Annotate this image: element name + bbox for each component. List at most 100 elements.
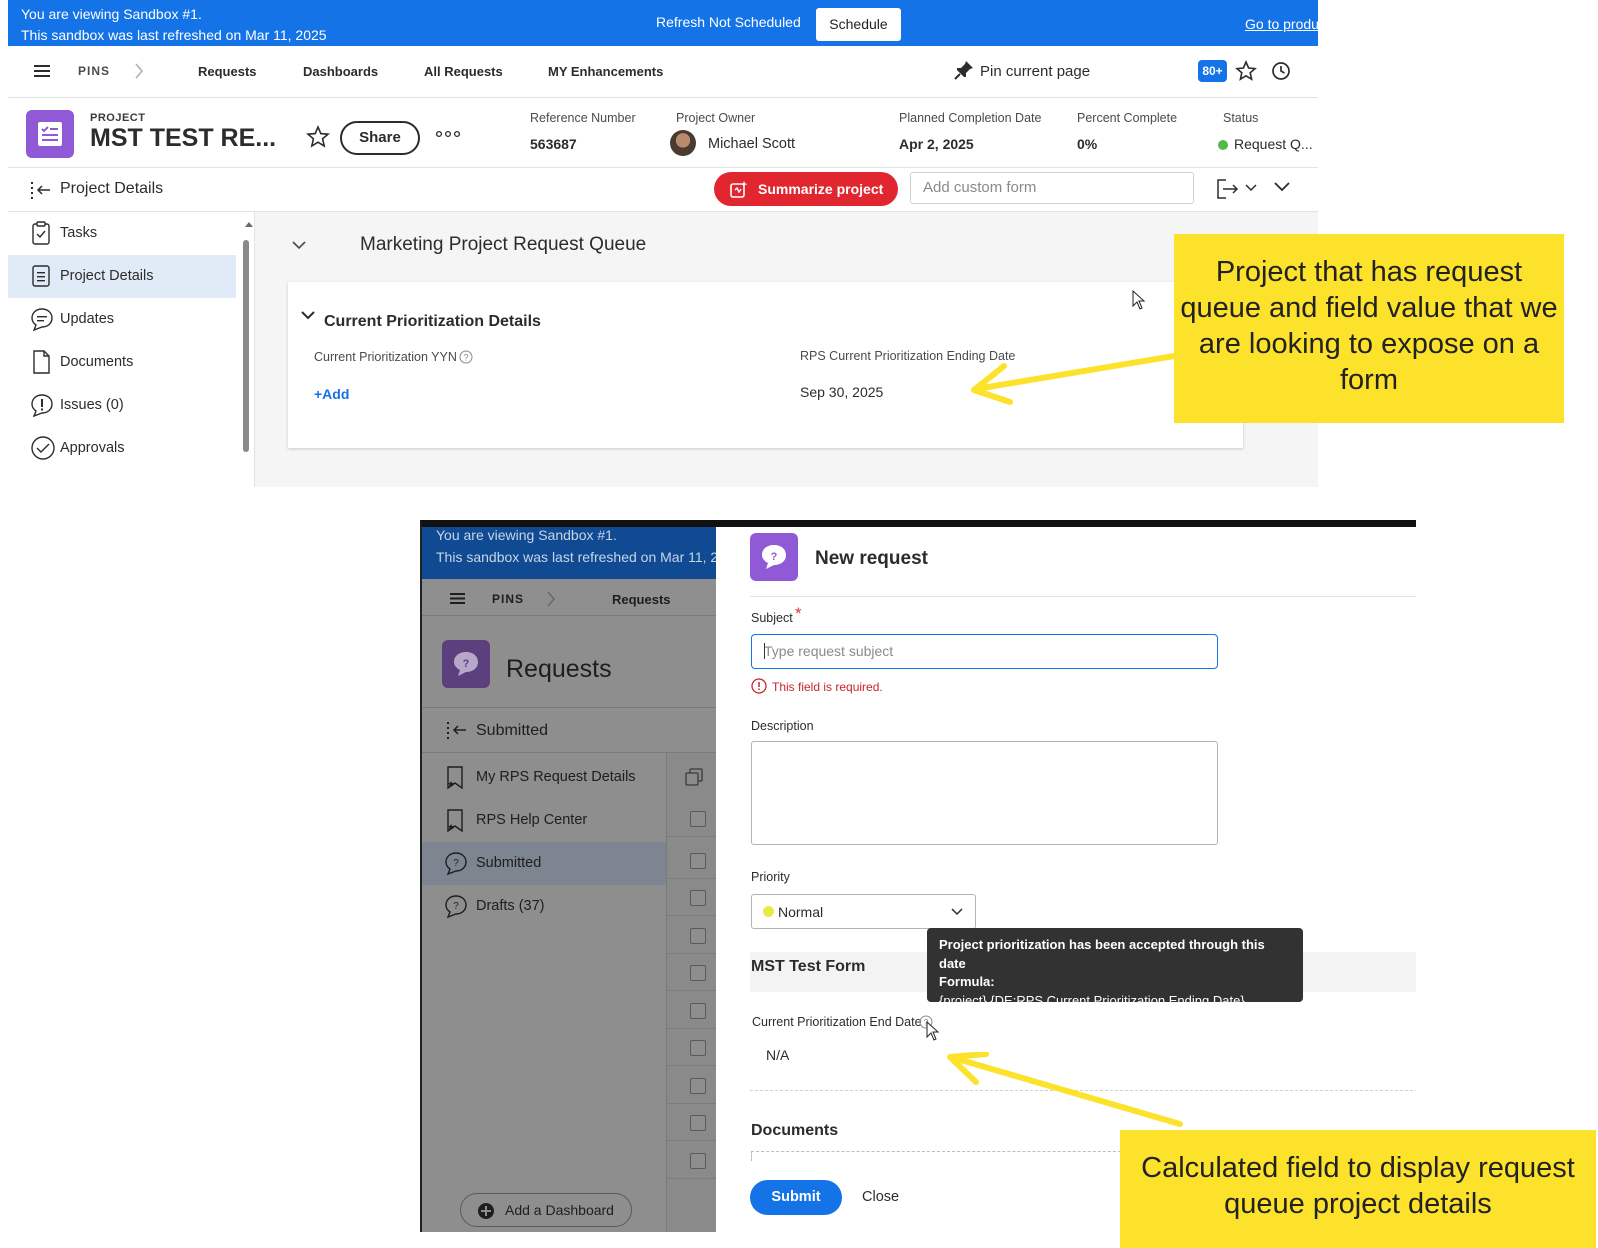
sidebar-item-issues[interactable]: Issues (0) — [8, 384, 236, 427]
row-checkbox — [690, 853, 706, 869]
submit-button[interactable]: Submit — [750, 1180, 842, 1215]
dim-item-label: My RPS Request Details — [476, 769, 636, 785]
pin-icon[interactable] — [954, 60, 974, 80]
nav-my-enhancements[interactable]: MY Enhancements — [548, 64, 663, 79]
calculated-field-label: Current Prioritization End Date — [752, 1015, 922, 1029]
priority-value: Normal — [778, 904, 824, 920]
queue-collapse-chevron-icon[interactable] — [292, 240, 306, 250]
subject-error: This field is required. — [772, 680, 883, 694]
favorite-star-icon[interactable] — [306, 125, 330, 149]
document-icon — [30, 349, 52, 375]
dim-add-dashboard-label: Add a Dashboard — [505, 1202, 614, 1218]
documents-dropzone[interactable] — [751, 1151, 1131, 1161]
table-row — [666, 992, 716, 1029]
project-details-bar: Project Details Summarize project Add cu… — [8, 168, 1318, 212]
subject-input[interactable]: Type request subject — [751, 634, 1218, 669]
history-icon[interactable] — [1270, 60, 1292, 82]
sidebar-item-label: Tasks — [60, 225, 98, 241]
annotation-callout-top: Project that has request queue and field… — [1174, 234, 1564, 423]
sidebar-item-project-details[interactable]: Project Details — [8, 255, 236, 298]
table-row — [666, 1067, 716, 1104]
project-sidebar: Tasks Project Details Updates Documents … — [8, 212, 244, 487]
row-checkbox — [690, 1040, 706, 1056]
help-icon[interactable]: ? — [459, 350, 473, 364]
svg-text:?: ? — [453, 901, 459, 912]
svg-text:?: ? — [463, 658, 470, 670]
status-value[interactable]: Request Q... — [1234, 136, 1313, 152]
collapse-panel-icon[interactable] — [30, 180, 52, 200]
project-header: PROJECT MST TEST RE... Share Reference N… — [8, 98, 1318, 168]
hamburger-menu-icon[interactable] — [34, 64, 50, 78]
check-circle-icon — [30, 435, 56, 461]
star-icon[interactable] — [1235, 60, 1257, 82]
chevron-down-icon[interactable] — [951, 908, 963, 916]
chevron-down-icon[interactable] — [1245, 184, 1257, 192]
error-icon — [751, 678, 767, 694]
mouse-cursor-icon — [926, 1021, 940, 1041]
export-icon[interactable] — [1216, 178, 1240, 200]
dim-item-submitted: ? Submitted — [422, 842, 666, 885]
planned-completion-value: Apr 2, 2025 — [899, 136, 974, 152]
ai-sparkle-icon — [730, 180, 748, 198]
dim-collapse-icon — [446, 720, 468, 740]
priority-label: Priority — [751, 870, 790, 884]
reference-number-label: Reference Number — [530, 111, 636, 125]
prioritization-section-title: Current Prioritization Details — [324, 313, 541, 330]
close-button[interactable]: Close — [862, 1189, 899, 1205]
row-checkbox — [690, 1115, 706, 1131]
add-link[interactable]: +Add — [314, 386, 349, 402]
dim-add-dashboard-button: Add a Dashboard — [460, 1193, 632, 1227]
annotation-arrow-top — [971, 353, 1177, 405]
sidebar-item-approvals[interactable]: Approvals — [8, 427, 236, 470]
expand-chevron-icon[interactable] — [1274, 182, 1290, 192]
text-caret — [764, 643, 765, 659]
svg-text:?: ? — [463, 353, 468, 363]
project-icon — [26, 110, 74, 158]
app-name[interactable]: PINS — [78, 64, 110, 78]
dim-item-drafts: ? Drafts (37) — [422, 885, 666, 928]
row-checkbox — [690, 811, 706, 827]
table-row — [666, 917, 716, 954]
summarize-project-button[interactable]: Summarize project — [714, 172, 898, 206]
calculated-field-value: N/A — [766, 1047, 790, 1063]
description-textarea[interactable] — [751, 741, 1218, 845]
queue-section-title: Marketing Project Request Queue — [360, 234, 647, 255]
nav-all-requests[interactable]: All Requests — [424, 64, 503, 79]
more-options-icon[interactable] — [436, 130, 460, 138]
notifications-badge[interactable]: 80+ — [1198, 60, 1227, 82]
table-row — [666, 879, 716, 916]
go-to-production-link[interactable]: Go to produ — [1245, 16, 1318, 32]
add-custom-form-input[interactable]: Add custom form — [910, 172, 1194, 204]
sidebar-item-label: Updates — [60, 311, 115, 327]
refresh-status: Refresh Not Scheduled — [656, 14, 801, 30]
share-button[interactable]: Share — [340, 121, 420, 155]
draft-bubble-icon: ? — [444, 893, 468, 919]
dim-sandbox-line2: This sandbox was last refreshed on Mar 1… — [436, 549, 727, 565]
project-owner-value[interactable]: Michael Scott — [708, 136, 795, 152]
custom-form-title: MST Test Form — [751, 958, 866, 975]
table-row — [666, 954, 716, 991]
summarize-project-label: Summarize project — [758, 181, 884, 197]
row-checkbox — [690, 890, 706, 906]
pin-current-page[interactable]: Pin current page — [980, 63, 1090, 80]
field-ending-date-value: Sep 30, 2025 — [800, 384, 884, 400]
svg-text:?: ? — [453, 858, 459, 869]
sidebar-scrollbar[interactable] — [243, 240, 249, 452]
dim-app-name: PINS — [492, 592, 525, 606]
nav-requests[interactable]: Requests — [198, 64, 257, 79]
sidebar-item-tasks[interactable]: Tasks — [8, 212, 236, 255]
scroll-up-icon[interactable] — [244, 220, 254, 228]
dim-submitted-bar: Submitted — [422, 707, 716, 753]
annotation-callout-bottom: Calculated field to display request queu… — [1120, 1130, 1596, 1248]
row-checkbox — [690, 1153, 706, 1169]
sidebar-item-documents[interactable]: Documents — [8, 341, 236, 384]
nav-dashboards[interactable]: Dashboards — [303, 64, 378, 79]
sidebar-item-updates[interactable]: Updates — [8, 298, 236, 341]
schedule-button[interactable]: Schedule — [816, 8, 901, 41]
owner-avatar[interactable] — [670, 130, 696, 156]
table-row — [666, 1142, 716, 1179]
subject-label: Subject — [751, 611, 793, 625]
question-bubble-icon: ? — [444, 850, 468, 876]
issue-bubble-icon — [30, 392, 54, 418]
section-chevron-down-icon[interactable] — [301, 310, 315, 320]
